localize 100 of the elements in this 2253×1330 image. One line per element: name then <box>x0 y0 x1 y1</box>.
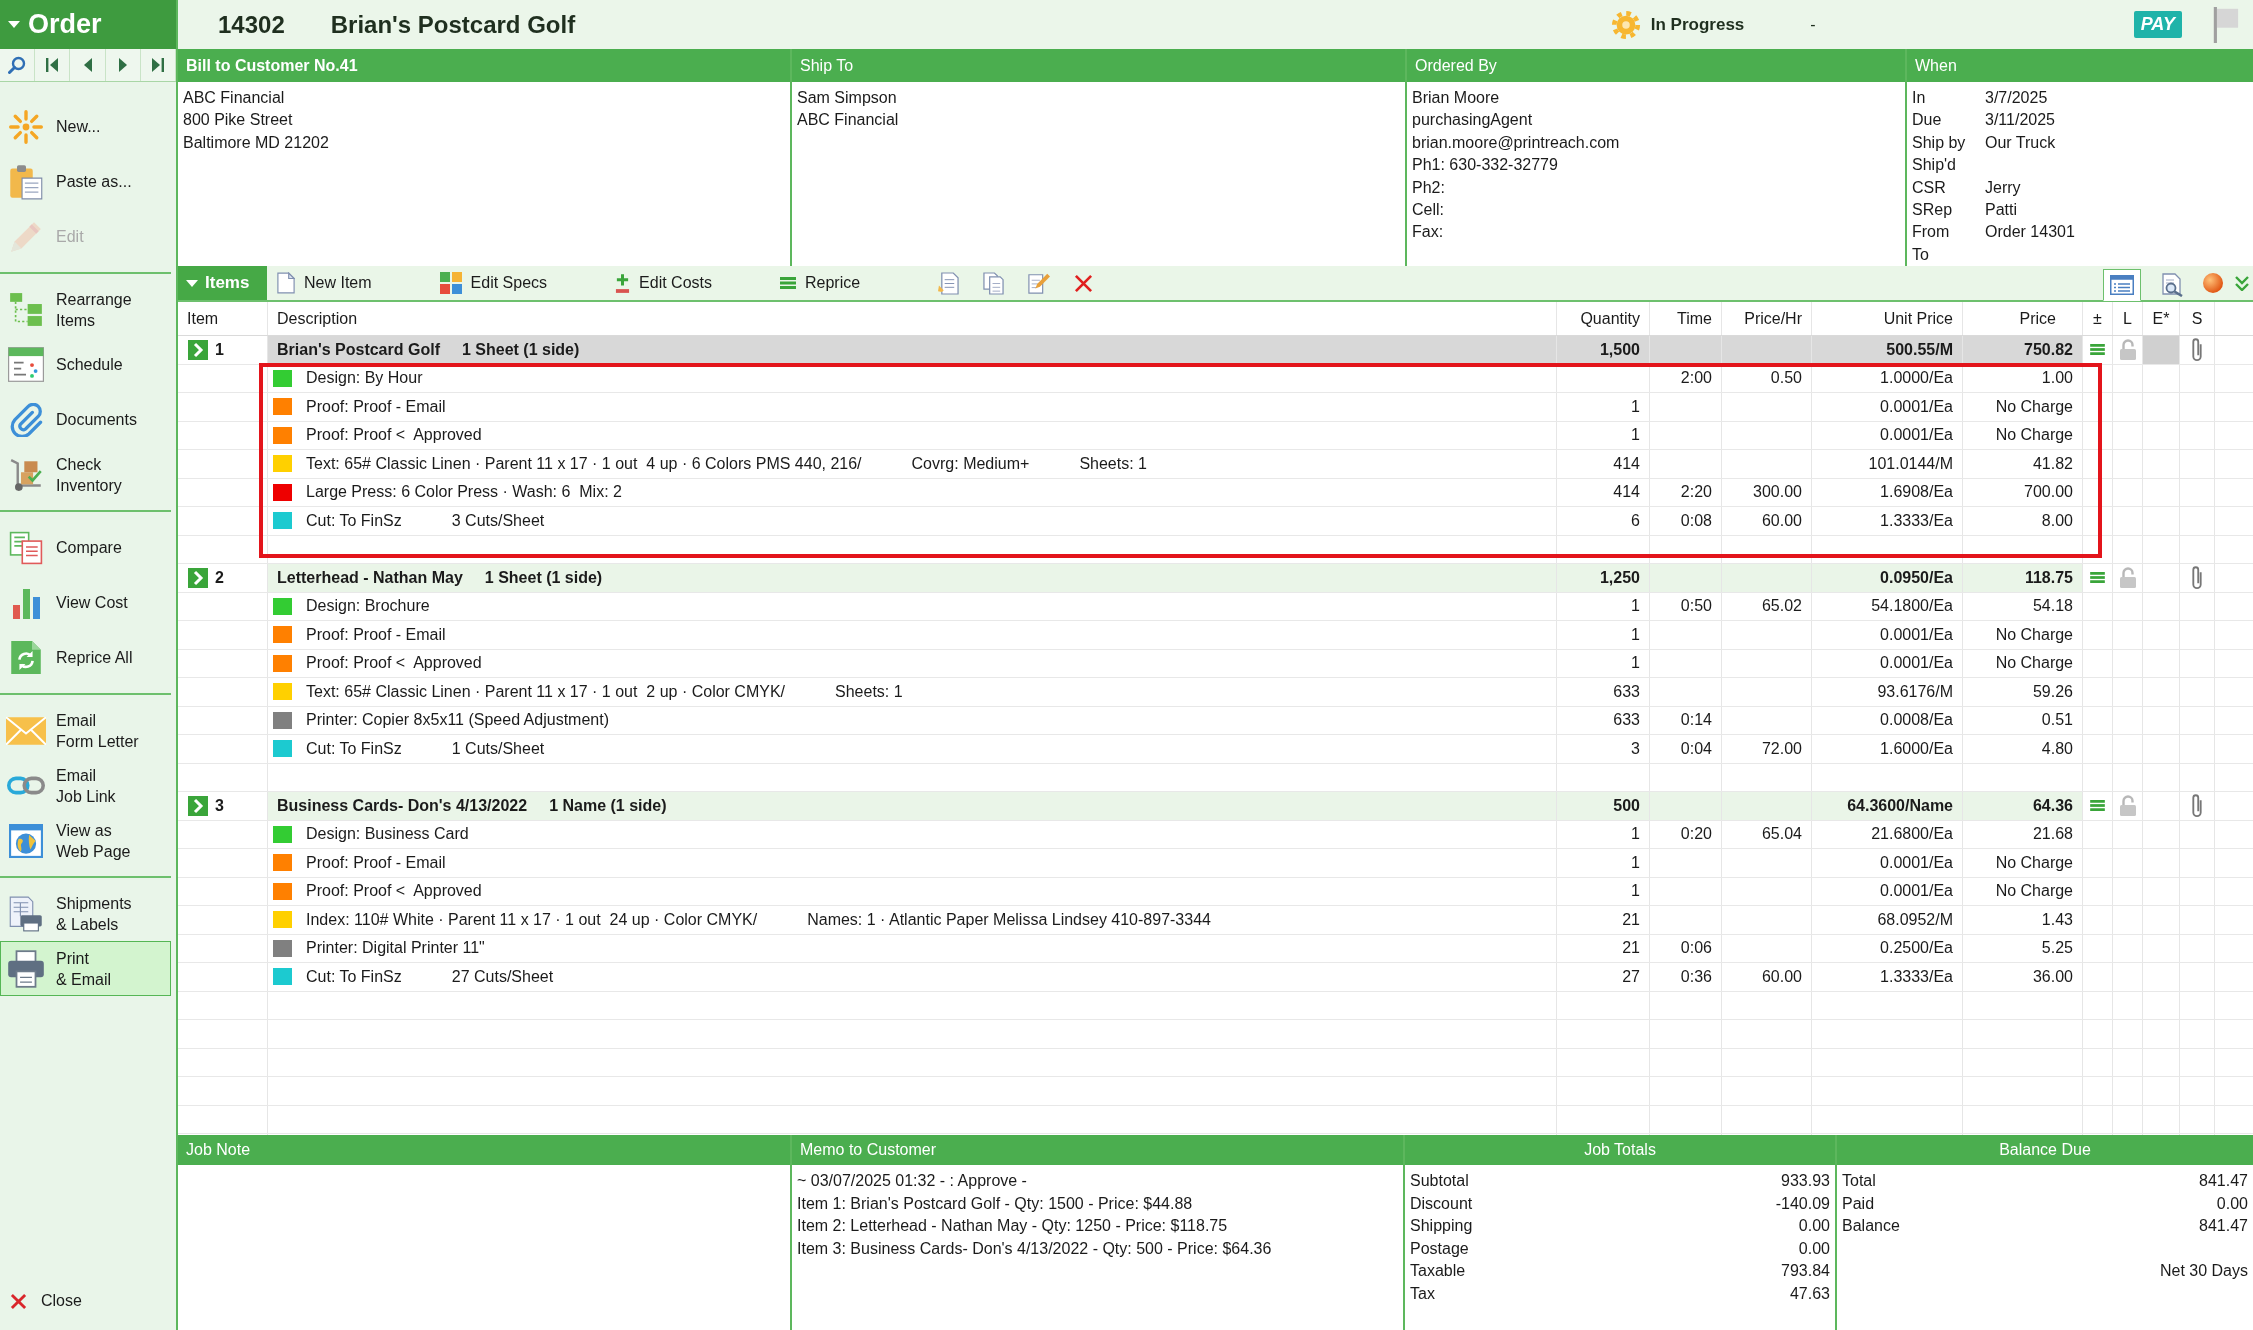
hierarchy-icon <box>9 292 43 327</box>
memo-line: ~ 03/07/2025 01:32 - : Approve - <box>797 1172 1027 1189</box>
address-line: ABC Financial <box>183 89 285 106</box>
quantity-value: 633 <box>1613 682 1640 701</box>
price-value: 4.80 <box>2041 739 2073 758</box>
line-detail: Sheets: 1 <box>1079 454 1147 473</box>
sidebar-item[interactable]: Schedule <box>0 337 171 392</box>
item-row[interactable]: 2 Letterhead - Nathan May 1 Sheet (1 side) 1,250 0.0950/Ea 118.75 <box>178 564 2253 593</box>
edit-icon[interactable] <box>1028 272 1051 294</box>
unit-price-value: 0.0008/Ea <box>1880 711 1953 730</box>
time-value: 2:00 <box>1680 369 1712 388</box>
time-value: 0:20 <box>1680 825 1712 844</box>
balance-value: 841.47 <box>2199 1171 2248 1191</box>
chevron-icon[interactable] <box>188 795 208 816</box>
line-detail: Names: 1 · Atlantic Paper Melissa Lindsey 410-897-3344 <box>807 910 1211 929</box>
contact-line: Cell: <box>1412 201 1444 219</box>
price-value: No Charge <box>1995 426 2073 445</box>
sidebar-item[interactable]: Paste as... <box>0 154 171 209</box>
balance-value: 841.47 <box>2199 1216 2248 1236</box>
line-text: Design: Brochure <box>306 597 430 616</box>
paperclip-icon <box>2192 565 2202 590</box>
sidebar-item[interactable]: Shipments & Labels <box>0 886 171 941</box>
unit-price-value: 0.0001/Ea <box>1880 882 1953 901</box>
price-value: 1.43 <box>2041 910 2073 929</box>
sidebar-item[interactable]: New... <box>0 99 171 154</box>
notes-icon[interactable] <box>938 271 960 295</box>
price-value: 5.25 <box>2041 939 2073 958</box>
price-value: 64.36 <box>2032 796 2073 815</box>
quantity-value: 1 <box>1631 397 1640 416</box>
sidebar-item[interactable]: View as Web Page <box>0 813 171 868</box>
order-menu-button[interactable]: Order <box>0 0 176 49</box>
total-label: Tax <box>1410 1283 1435 1304</box>
bars-icon <box>780 277 796 289</box>
unit-price-value: 93.6176/M <box>1877 682 1953 701</box>
unit-price-value: 1.3333/Ea <box>1880 511 1953 530</box>
contact-line: purchasingAgent <box>1412 111 1533 129</box>
sidebar-item[interactable]: Print & Email <box>0 941 171 996</box>
list-view-icon <box>2110 275 2134 295</box>
line-text: Proof: Proof < Approved <box>306 426 482 445</box>
panel-header: Ordered By <box>1407 49 1905 82</box>
time-value: 0:06 <box>1680 939 1712 958</box>
price-value: No Charge <box>1995 397 2073 416</box>
line-text: Cut: To FinSz <box>306 739 402 758</box>
price-value: 36.00 <box>2032 967 2073 986</box>
column-header: ± <box>2093 309 2102 328</box>
delete-icon[interactable] <box>1074 273 1094 293</box>
sidebar-item[interactable]: Reprice All <box>0 630 171 685</box>
copy-icon[interactable] <box>983 271 1005 295</box>
rate-value: 60.00 <box>1761 511 1802 530</box>
toolbar-button[interactable]: Edit Costs <box>615 272 712 294</box>
price-value: 54.18 <box>2032 597 2073 616</box>
sidebar-item[interactable]: Email Job Link <box>0 758 171 813</box>
sidebar-item[interactable]: Documents <box>0 392 171 447</box>
sidebar-item[interactable]: Check Inventory <box>0 447 171 502</box>
total-value: 0.00 <box>1798 1216 1830 1236</box>
column-header: Time <box>1677 309 1712 328</box>
field-value: 3/7/2025 <box>1985 89 2048 106</box>
quantity-value: 3 <box>1631 739 1640 758</box>
bars-icon <box>2090 344 2105 356</box>
balance-value: 0.00 <box>2216 1193 2248 1214</box>
next-icon[interactable] <box>118 58 127 72</box>
column-header: L <box>2123 309 2132 328</box>
item-row[interactable]: 3 Business Cards- Don's 4/13/2022 1 Name (1 side) 500 64.3600/Name 64.36 <box>178 792 2253 821</box>
previous-icon[interactable] <box>83 58 92 72</box>
sidebar-item[interactable]: View Cost <box>0 575 171 630</box>
contact-line: Ph1: 630-332-32779 <box>1412 156 1558 174</box>
sidebar-item[interactable]: Email Form Letter <box>0 703 171 758</box>
address-line: Baltimore MD 21202 <box>183 133 329 151</box>
double-chevron-icon[interactable] <box>2235 275 2249 291</box>
line-text: Proof: Proof - Email <box>306 853 446 872</box>
sidebar-item[interactable]: Rearrange Items <box>0 282 171 337</box>
quantity-value: 27 <box>1622 967 1640 986</box>
quantity-value: 1,250 <box>1599 568 1640 587</box>
toolbar-button[interactable]: Reprice <box>780 274 861 292</box>
last-record-icon[interactable] <box>151 58 164 72</box>
unit-price-value: 0.0950/Ea <box>1880 568 1953 587</box>
close-button[interactable]: Close <box>0 1292 82 1330</box>
view-toggle[interactable] <box>2103 269 2141 301</box>
total-value: -140.09 <box>1775 1193 1830 1214</box>
flag-icon[interactable] <box>2212 6 2239 43</box>
refresh-document-icon <box>10 640 42 675</box>
search-icon[interactable] <box>8 56 27 74</box>
toolbar-button[interactable]: Edit Specs <box>439 272 548 294</box>
line-detail: 3 Cuts/Sheet <box>451 511 545 530</box>
ball-icon[interactable] <box>2203 273 2223 293</box>
first-record-icon[interactable] <box>46 58 59 72</box>
column-header: Unit Price <box>1883 309 1953 328</box>
chevron-icon[interactable] <box>188 339 208 360</box>
status-label: In Progress <box>1650 14 1745 35</box>
item-row[interactable]: 1 Brian's Postcard Golf 1 Sheet (1 side) 1,500 500.55/M 750.82 <box>178 336 2253 365</box>
rate-value: 65.04 <box>1761 825 1802 844</box>
total-value: 933.93 <box>1781 1171 1830 1191</box>
rate-value: 0.50 <box>1770 369 1802 388</box>
chevron-icon[interactable] <box>188 567 208 588</box>
memo-line: Item 3: Business Cards- Don's 4/13/2022 - Qty: 500 - Price: $64.36 <box>797 1239 1272 1257</box>
toolbar-button[interactable]: New Item <box>277 272 372 294</box>
quantity-value: 500 <box>1613 796 1640 815</box>
sidebar-item[interactable]: Compare <box>0 520 171 575</box>
line-text: Design: Business Card <box>306 825 469 844</box>
item-name: Letterhead - Nathan May <box>277 568 463 587</box>
